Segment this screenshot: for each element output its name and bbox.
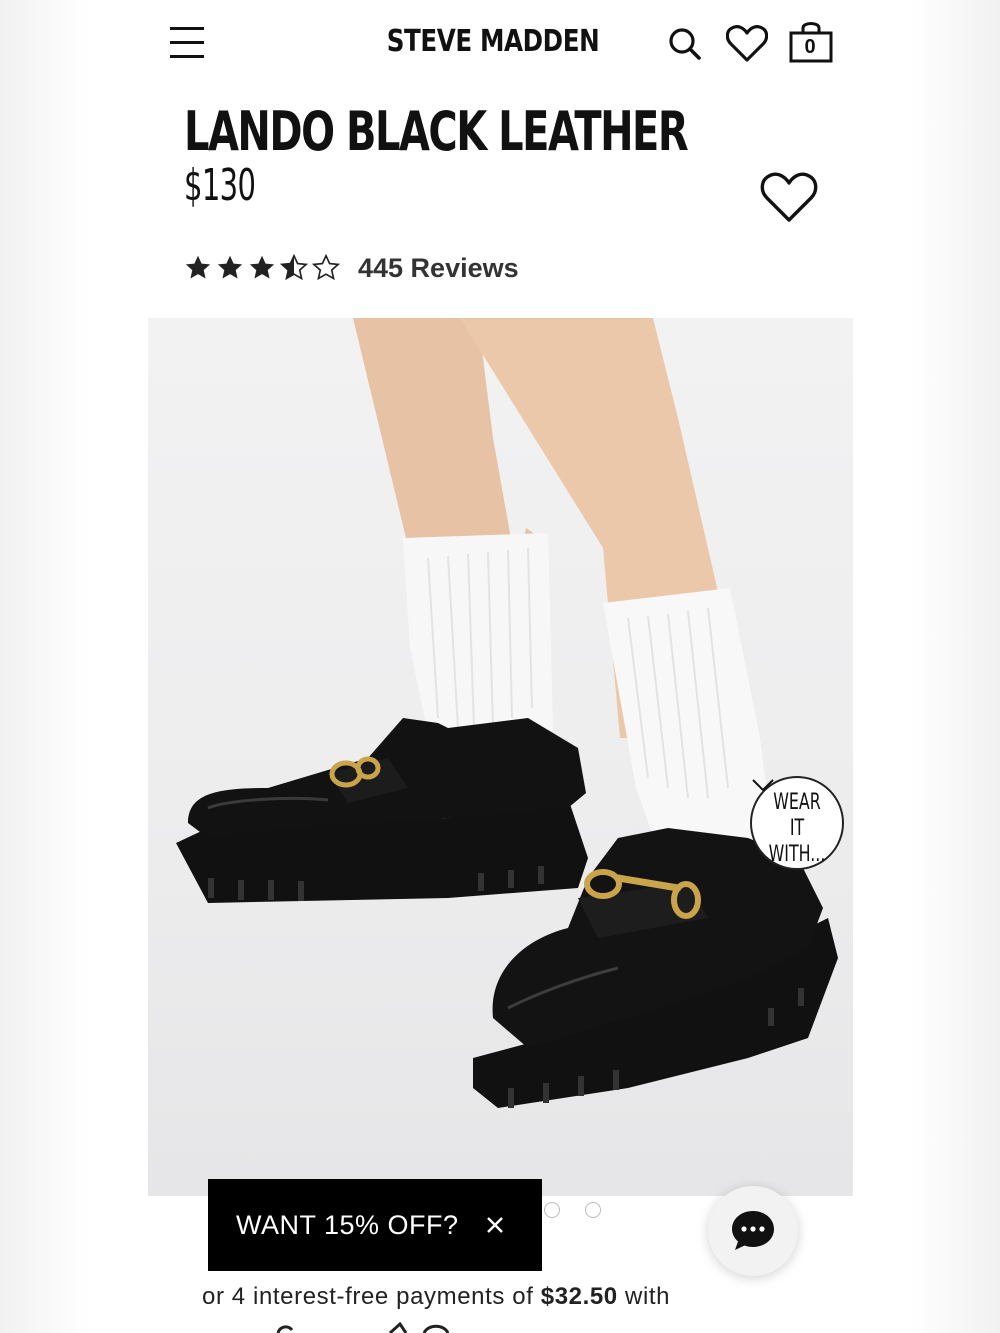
brand-logo[interactable]: STEVE MADDEN bbox=[374, 24, 612, 59]
installments-text: or 4 interest-free payments of $32.50 wi… bbox=[202, 1283, 670, 1311]
chat-button[interactable] bbox=[708, 1186, 798, 1276]
product-page: STEVE MADDEN 0 LANDO BLACK LEATHER $130 bbox=[148, 0, 853, 1333]
gallery-pagination bbox=[544, 1202, 626, 1218]
close-icon[interactable] bbox=[486, 1216, 504, 1234]
product-photo-loafers bbox=[176, 318, 838, 1108]
star-full-icon bbox=[217, 255, 243, 279]
search-icon[interactable] bbox=[667, 26, 703, 62]
gallery-dot[interactable] bbox=[585, 1202, 601, 1218]
wear-it-with-label: WEAR IT WITH... bbox=[768, 790, 826, 867]
installments-prefix: or 4 interest-free payments of bbox=[202, 1283, 541, 1310]
chevron-down-icon bbox=[752, 779, 774, 792]
star-full-icon bbox=[249, 255, 275, 279]
wear-it-with-button[interactable]: WEAR IT WITH... bbox=[750, 776, 844, 870]
product-rating[interactable]: 445 Reviews bbox=[184, 250, 519, 286]
bag-count: 0 bbox=[804, 36, 816, 58]
payment-provider-logos-partial bbox=[276, 1322, 450, 1333]
star-empty-icon bbox=[312, 254, 340, 281]
top-navigation-bar: STEVE MADDEN 0 bbox=[148, 0, 853, 88]
gallery-dot[interactable] bbox=[544, 1202, 560, 1218]
reviews-link[interactable]: 445 Reviews bbox=[358, 253, 519, 284]
chat-bubble-icon bbox=[732, 1211, 774, 1250]
menu-icon[interactable] bbox=[170, 26, 206, 60]
product-title: LANDO BLACK LEATHER bbox=[184, 100, 689, 163]
discount-promo-banner[interactable]: WANT 15% OFF? bbox=[208, 1179, 542, 1271]
background-left bbox=[0, 0, 148, 1333]
add-to-wishlist-heart-icon[interactable] bbox=[760, 172, 818, 224]
wishlist-heart-icon[interactable] bbox=[725, 25, 769, 63]
installments-suffix: with bbox=[617, 1283, 671, 1310]
star-full-icon bbox=[185, 255, 211, 279]
promo-label: WANT 15% OFF? bbox=[236, 1209, 459, 1240]
star-half-icon bbox=[280, 254, 308, 281]
installment-amount: $32.50 bbox=[540, 1283, 618, 1310]
product-price: $130 bbox=[184, 160, 256, 211]
background-right bbox=[852, 0, 1000, 1333]
product-image-gallery[interactable]: WEAR IT WITH... bbox=[148, 318, 853, 1196]
shopping-bag-icon[interactable]: 0 bbox=[788, 18, 834, 64]
